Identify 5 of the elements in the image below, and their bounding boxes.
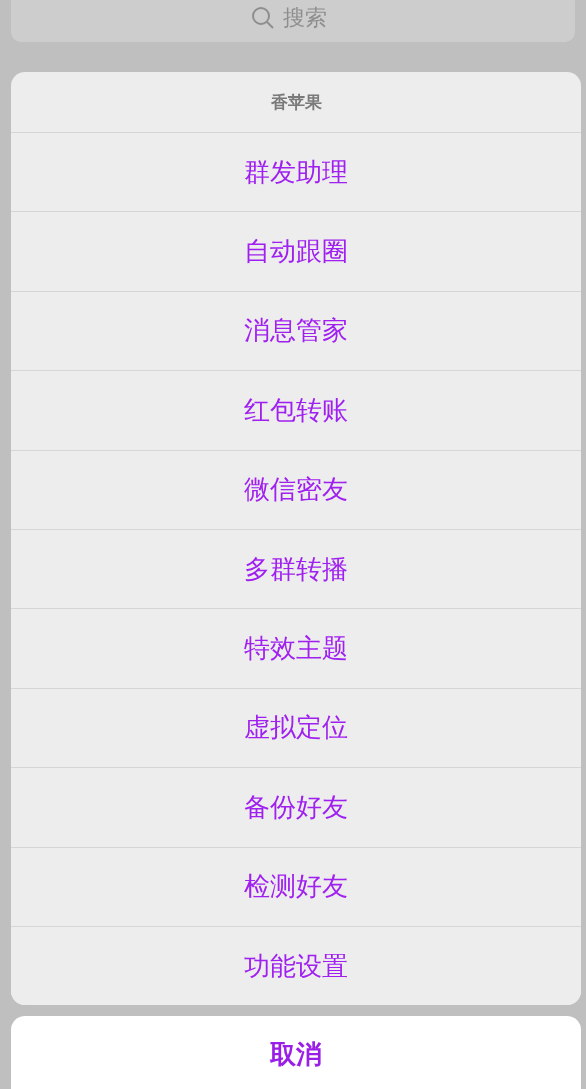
action-item[interactable]: 功能设置 bbox=[11, 925, 581, 1006]
search-icon bbox=[251, 6, 275, 30]
sheet-title: 香苹果 bbox=[270, 90, 322, 114]
cancel-button[interactable]: 取消 bbox=[11, 1016, 581, 1089]
search-field[interactable]: 搜索 bbox=[283, 2, 335, 32]
